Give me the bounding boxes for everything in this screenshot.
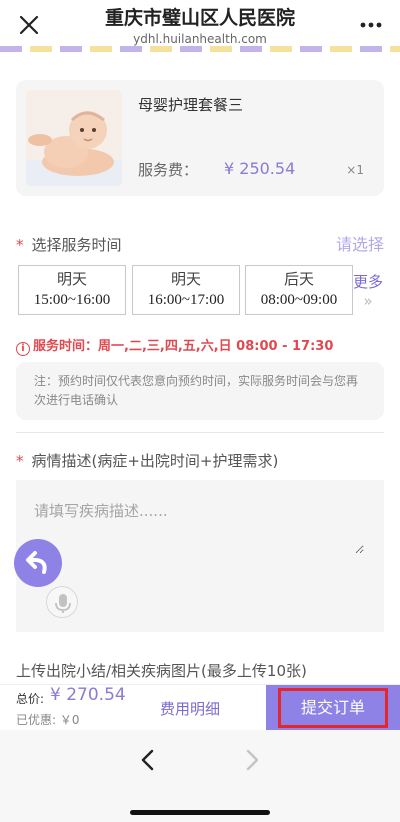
slot-day: 明天 xyxy=(170,272,201,288)
slot-range: 15:00~16:00 xyxy=(33,292,111,308)
microphone-icon xyxy=(55,594,71,613)
back-floating-button[interactable] xyxy=(14,539,62,587)
time-section-title: * 选择服务时间 xyxy=(16,234,122,255)
time-slot[interactable]: 后天 08:00~09:00 xyxy=(245,265,353,315)
order-bar: 总价: ¥ 270.54 已优惠: ￥0 费用明细 提交订单 xyxy=(0,684,400,731)
title-block: 重庆市璧山区人民医院 ydhl.huilanhealth.com xyxy=(60,6,340,47)
description-title: * 病情描述(病症+出院时间+护理需求) xyxy=(16,450,278,471)
double-chevron-icon: » xyxy=(363,292,373,310)
submit-order-label: 提交订单 xyxy=(278,688,388,728)
product-card: 母婴护理套餐三 服务费： ¥ 250.54 ×1 xyxy=(16,80,384,196)
quantity: ×1 xyxy=(346,163,364,177)
more-times-button[interactable]: 更多 » xyxy=(348,265,388,317)
slot-range: 16:00~17:00 xyxy=(147,292,225,308)
service-hours: i 服务时间：周一,二,三,四,五,六,日 08:00 - 17:30 xyxy=(16,335,333,356)
undo-arrow-icon xyxy=(26,551,47,574)
fee-detail-button[interactable]: 费用明细 xyxy=(160,698,220,719)
required-mark: * xyxy=(16,236,24,254)
upload-title: 上传出院小结/相关疾病图片(最多上传10张) xyxy=(16,662,307,680)
product-name: 母婴护理套餐三 xyxy=(138,96,244,114)
slot-day: 后天 xyxy=(283,272,314,288)
required-mark: * xyxy=(16,452,24,470)
chevron-left-icon xyxy=(141,749,154,771)
slot-day: 明天 xyxy=(56,272,87,288)
choose-time-link[interactable]: 请选择 xyxy=(336,231,384,255)
more-button[interactable] xyxy=(356,10,386,40)
divider xyxy=(16,432,384,433)
time-slot-list: 明天 15:00~16:00 明天 16:00~17:00 后天 08:00~0… xyxy=(18,265,384,317)
more-times-label: 更多 xyxy=(352,273,383,291)
browser-forward-button[interactable] xyxy=(240,746,264,774)
notice-box: 注：预约时间仅代表您意向预约时间，实际服务时间会与您再次进行电话确认 xyxy=(16,362,384,420)
description-label: 病情描述(病症+出院时间+护理需求) xyxy=(31,452,279,470)
time-section-label: 选择服务时间 xyxy=(31,236,122,254)
total-price: ¥ 270.54 xyxy=(50,685,126,705)
page-url: ydhl.huilanhealth.com xyxy=(133,32,267,46)
chevron-right-icon xyxy=(246,749,259,771)
fee-value: ¥ 250.54 xyxy=(224,159,296,178)
slot-range: 08:00~09:00 xyxy=(260,292,338,308)
close-icon xyxy=(19,15,39,35)
description-input[interactable] xyxy=(34,500,364,554)
service-hours-text: 服务时间：周一,二,三,四,五,六,日 08:00 - 17:30 xyxy=(33,339,334,354)
page-title: 重庆市璧山区人民医院 xyxy=(104,7,295,29)
total-label: 总价: xyxy=(16,692,45,706)
submit-order-button[interactable]: 提交订单 xyxy=(266,685,400,731)
product-image xyxy=(26,90,122,186)
time-slot[interactable]: 明天 15:00~16:00 xyxy=(18,265,126,315)
voice-input-button[interactable] xyxy=(46,586,78,618)
fee-label: 服务费： xyxy=(138,161,199,179)
discount-text: 已优惠: ￥0 xyxy=(16,713,80,727)
info-icon: i xyxy=(16,342,30,356)
browser-back-button[interactable] xyxy=(136,746,160,774)
home-indicator xyxy=(130,810,270,815)
close-button[interactable] xyxy=(14,10,44,40)
browser-toolbar xyxy=(0,730,400,822)
top-bar: 重庆市璧山区人民医院 ydhl.huilanhealth.com xyxy=(0,0,400,52)
more-dots-icon xyxy=(360,22,382,28)
decorative-stripe xyxy=(0,46,400,52)
time-slot[interactable]: 明天 16:00~17:00 xyxy=(132,265,240,315)
